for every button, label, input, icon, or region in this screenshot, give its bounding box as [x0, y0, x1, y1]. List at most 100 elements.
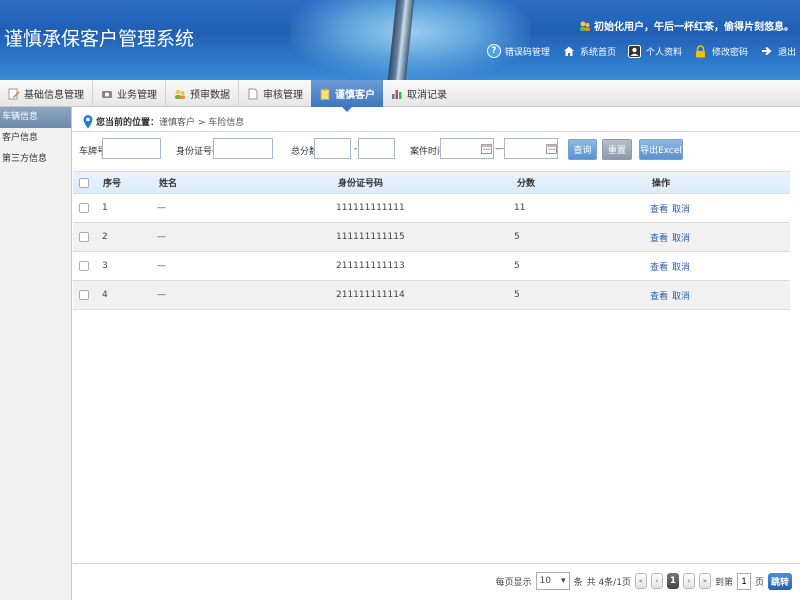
plate-input[interactable]	[102, 138, 161, 159]
cell-name: —	[157, 290, 166, 300]
user-greeting: 初始化用户，午后一杯红茶，偷得片刻悠息。	[579, 18, 794, 33]
sidebar-item-vehicle-info[interactable]: 车辆信息	[0, 107, 71, 128]
nav-business-label: 业务管理	[117, 90, 157, 101]
nav-cancel-records[interactable]: 取消记录	[383, 80, 455, 107]
cancel-link[interactable]: 取消	[672, 260, 690, 273]
view-link[interactable]: 查看	[650, 260, 668, 273]
next-page-button[interactable]: ›	[682, 573, 695, 589]
dropdown-arrow-icon: ▾	[561, 576, 566, 586]
prev-page-icon: ‹	[655, 577, 659, 585]
select-all-cell	[79, 172, 89, 193]
per-page-unit: 条	[573, 577, 583, 588]
error-code-label: 错误码管理	[504, 47, 550, 58]
view-link[interactable]: 查看	[650, 231, 668, 244]
goto-page-button[interactable]: 跳转	[767, 572, 792, 590]
cell-id-number: 211111111113	[336, 261, 405, 271]
select-all-checkbox[interactable]	[79, 177, 89, 188]
goto-label: 到第	[714, 577, 733, 588]
cell-score: 5	[514, 290, 520, 300]
cell-id-number: 111111111111	[336, 203, 405, 213]
nav-pre-review[interactable]: 预审数据	[166, 80, 238, 107]
cell-ops: 查看 取消	[650, 252, 694, 280]
error-code-link[interactable]: ? 错误码管理	[486, 44, 550, 58]
row-checkbox[interactable]	[79, 261, 89, 271]
pagination-bar: 每页显示 10 ▾ 条 共 4条/1页 « ‹ 1 › » 到第 页 跳转	[73, 563, 800, 600]
nav-cancel-records-label: 取消记录	[407, 90, 447, 101]
breadcrumb-lead: 您当前的位置：	[96, 118, 160, 128]
nav-audit[interactable]: 审核管理	[239, 80, 311, 107]
app-title: 谨慎承保客户管理系统	[4, 28, 195, 50]
last-page-button[interactable]: »	[698, 573, 711, 589]
col-name: 姓名	[159, 179, 178, 189]
view-link[interactable]: 查看	[650, 202, 668, 215]
breadcrumb-path[interactable]: 谨慎客户 > 车险信息	[159, 115, 244, 128]
profile-link[interactable]: 个人资料	[628, 44, 682, 58]
cell-seq: 1	[102, 203, 108, 213]
export-excel-button[interactable]: 导出Excel	[639, 139, 683, 160]
row-checkbox[interactable]	[79, 232, 89, 242]
col-seq: 序号	[103, 179, 122, 189]
cell-score: 5	[514, 261, 520, 271]
prev-page-button[interactable]: ‹	[650, 573, 663, 589]
cancel-link[interactable]: 取消	[672, 231, 690, 244]
cancel-link[interactable]: 取消	[672, 289, 690, 302]
calendar-icon[interactable]	[481, 143, 492, 154]
business-icon	[101, 88, 113, 100]
row-checkbox[interactable]	[79, 290, 89, 300]
sidebar-item-third-party-info[interactable]: 第三方信息	[0, 149, 71, 170]
col-ops: 操作	[652, 179, 671, 189]
logout-arrow-icon	[760, 44, 774, 58]
col-id-number: 身份证号码	[338, 179, 384, 189]
row-checkbox[interactable]	[79, 203, 89, 213]
edit-icon	[8, 88, 20, 100]
goto-page-input[interactable]	[736, 572, 751, 590]
score-range-separator: -	[354, 144, 358, 154]
next-page-icon: ›	[687, 577, 691, 585]
nav-basic-info[interactable]: 基础信息管理	[0, 80, 92, 107]
nav-business[interactable]: 业务管理	[93, 80, 165, 107]
cell-name: —	[157, 203, 166, 213]
per-page-label: 每页显示	[495, 577, 532, 588]
clipboard-icon	[319, 88, 331, 100]
user-profile-icon	[628, 44, 642, 58]
per-page-select[interactable]: 10 ▾	[535, 572, 570, 590]
score-min-input[interactable]	[314, 138, 351, 159]
nav-cautious-customers-label: 谨慎客户	[335, 90, 375, 101]
home-label: 系统首页	[579, 47, 616, 58]
reset-button[interactable]: 重置	[602, 139, 632, 160]
cell-seq: 2	[102, 232, 108, 242]
top-links: ? 错误码管理 系统首页 个人资料 修改密码 退出	[486, 44, 796, 58]
breadcrumb: 您当前的位置： 谨慎客户 > 车险信息	[73, 112, 800, 132]
calendar-icon[interactable]	[546, 143, 557, 154]
nav-cautious-customers[interactable]: 谨慎客户	[311, 80, 383, 112]
change-password-label: 修改密码	[711, 47, 748, 58]
sidebar-item-customer-info[interactable]: 客户信息	[0, 128, 71, 149]
cell-name: —	[157, 261, 166, 271]
change-password-link[interactable]: 修改密码	[694, 44, 748, 58]
logout-link[interactable]: 退出	[760, 44, 796, 58]
document-icon	[247, 88, 259, 100]
cell-ops: 查看 取消	[650, 194, 694, 222]
id-number-input[interactable]	[213, 138, 273, 159]
table-row: 4 — 211111111114 5 查看 取消	[73, 281, 790, 310]
view-link[interactable]: 查看	[650, 289, 668, 302]
last-page-icon: »	[702, 577, 708, 585]
cell-name: —	[157, 232, 166, 242]
home-link[interactable]: 系统首页	[562, 44, 616, 58]
cell-score: 11	[514, 203, 526, 213]
table-row: 1 — 111111111111 11 查看 取消	[73, 194, 790, 223]
score-max-input[interactable]	[358, 138, 395, 159]
user-icon	[579, 20, 591, 32]
cell-seq: 3	[102, 261, 108, 271]
lock-icon	[694, 44, 708, 58]
cell-ops: 查看 取消	[650, 281, 694, 309]
current-page-number[interactable]: 1	[666, 573, 679, 589]
cancel-link[interactable]: 取消	[672, 202, 690, 215]
query-button[interactable]: 查询	[568, 139, 597, 160]
first-page-button[interactable]: «	[634, 573, 647, 589]
cell-id-number: 211111111114	[336, 290, 405, 300]
users-icon	[174, 88, 186, 100]
nav-audit-label: 审核管理	[263, 90, 303, 101]
greeting-text: 初始化用户，午后一杯红茶，偷得片刻悠息。	[594, 22, 794, 33]
main-nav: 基础信息管理 业务管理 预审数据 审核管理 谨慎客户 取消记录	[0, 80, 800, 112]
